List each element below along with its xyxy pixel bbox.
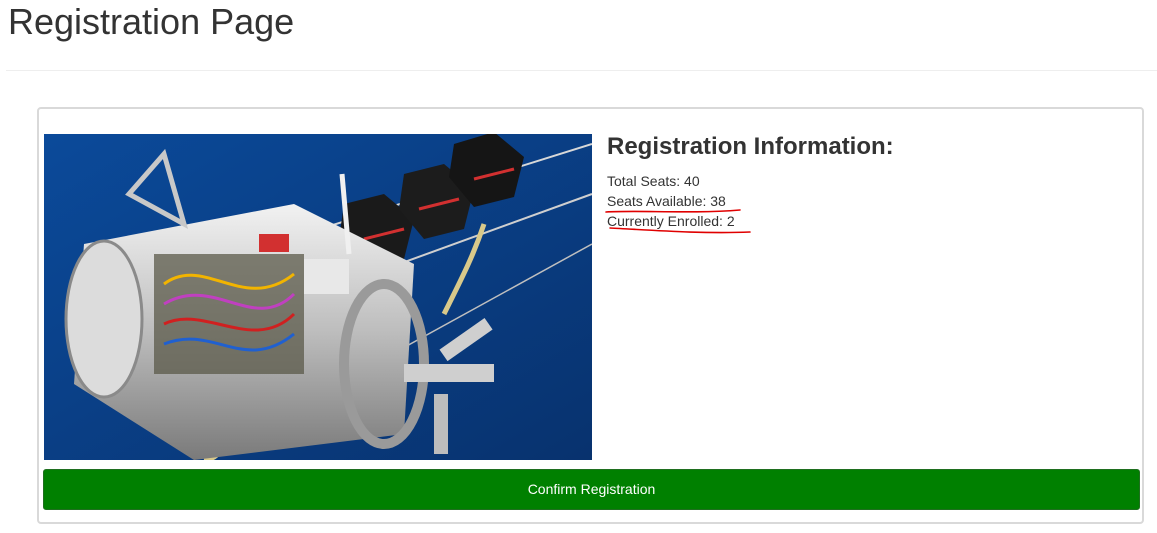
currently-enrolled-text: Currently Enrolled: 2: [607, 213, 735, 229]
seats-available-text: Seats Available: 38: [607, 193, 726, 209]
robot-image: [44, 134, 592, 460]
registration-heading: Registration Information:: [607, 133, 894, 160]
page-title: Registration Page: [8, 1, 295, 42]
title-divider: [6, 70, 1157, 71]
registration-info: Registration Information: Total Seats: 4…: [607, 132, 894, 231]
confirm-registration-button[interactable]: Confirm Registration: [43, 469, 1140, 510]
registration-details: Total Seats: 40 Seats Available: 38 Curr…: [607, 171, 894, 231]
total-seats-text: Total Seats: 40: [607, 173, 700, 189]
